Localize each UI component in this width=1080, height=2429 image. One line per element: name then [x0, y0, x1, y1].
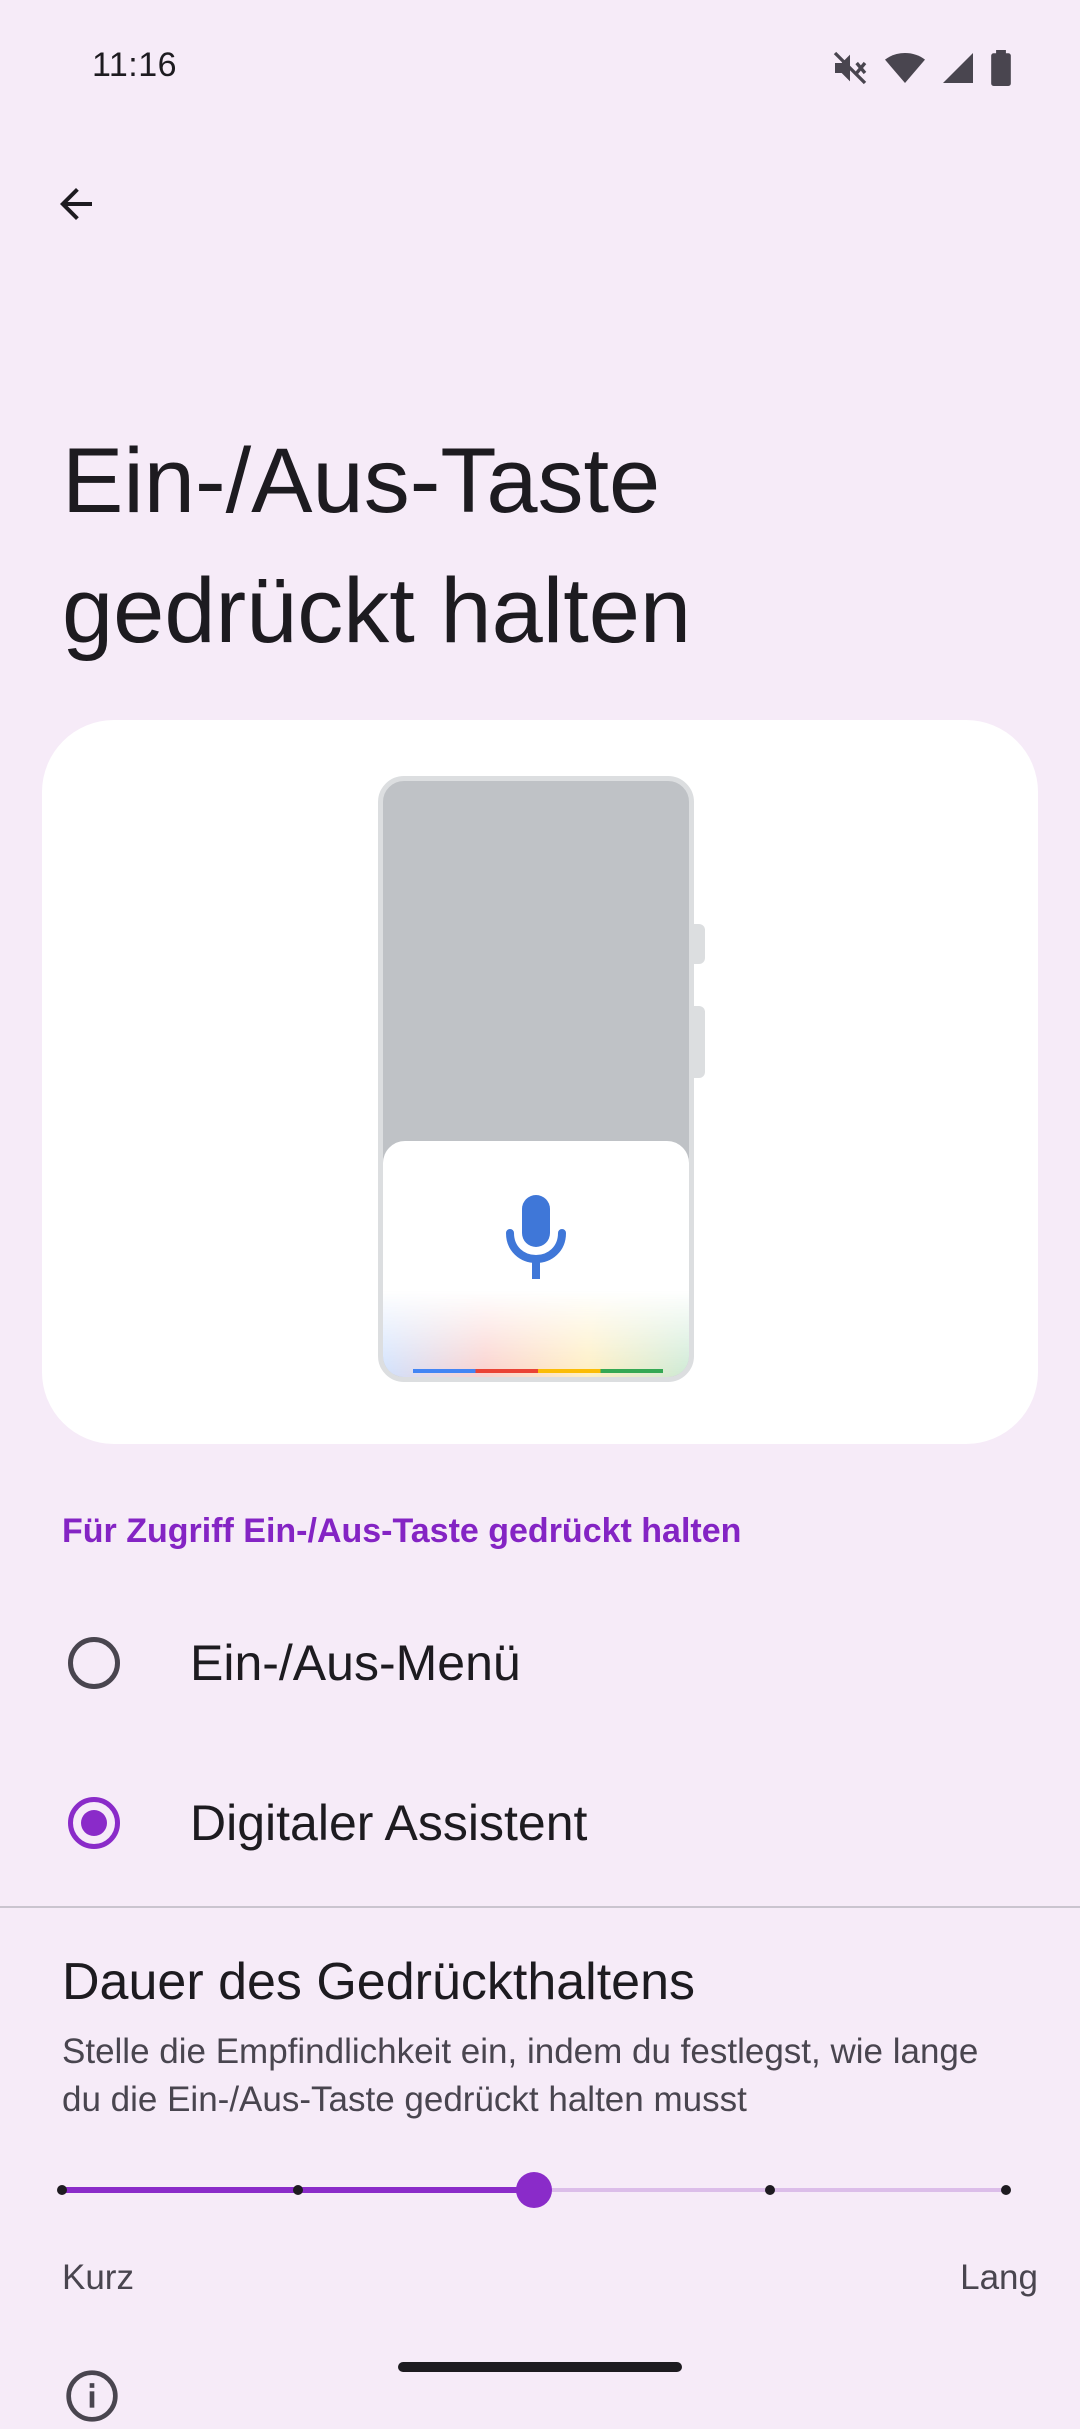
- signal-icon: [940, 50, 976, 86]
- back-button[interactable]: [40, 170, 112, 242]
- page-title-line-2: gedrückt halten: [62, 560, 692, 662]
- radio-label: Ein-/Aus-Menü: [190, 1635, 521, 1691]
- radio-option-digital-assistant[interactable]: Digitaler Assistent: [0, 1748, 1080, 1898]
- slider-max-label: Lang: [960, 2258, 1038, 2297]
- divider: [0, 1906, 1080, 1908]
- assistant-glow: [383, 1291, 689, 1377]
- info-icon: [64, 2368, 120, 2429]
- press-duration-slider[interactable]: [57, 2170, 1011, 2210]
- slider-thumb[interactable]: [516, 2172, 552, 2208]
- radio-option-power-menu[interactable]: Ein-/Aus-Menü: [0, 1588, 1080, 1738]
- mic-icon: [504, 1195, 568, 1284]
- radio-button-checked[interactable]: [68, 1797, 120, 1849]
- arrow-back-icon: [52, 180, 100, 233]
- battery-icon: [990, 50, 1012, 86]
- slider-tick: [765, 2185, 775, 2195]
- duration-summary: Stelle die Empfindlichkeit ein, indem du…: [62, 2032, 979, 2119]
- page-title: Ein-/Aus-Taste gedrückt halten: [62, 416, 1022, 676]
- status-bar: 11:16: [0, 0, 1080, 132]
- assistant-color-bar: [413, 1369, 663, 1373]
- duration-title: Dauer des Gedrückthaltens: [62, 1953, 696, 2011]
- phone-side-button-volume: [693, 1006, 705, 1078]
- assistant-sheet: [383, 1141, 689, 1377]
- slider-tick: [1001, 2185, 1011, 2195]
- section-header-access: Für Zugriff Ein-/Aus-Taste gedrückt halt…: [62, 1512, 742, 1550]
- radio-label: Digitaler Assistent: [190, 1795, 588, 1851]
- home-indicator[interactable]: [398, 2362, 682, 2372]
- illustration-card: [42, 720, 1038, 1444]
- phone-side-button-power: [693, 924, 705, 964]
- status-icons: [830, 48, 1012, 88]
- phone-illustration: [378, 776, 694, 1382]
- mute-icon: [830, 48, 870, 88]
- slider-min-label: Kurz: [62, 2258, 134, 2297]
- radio-button-unchecked[interactable]: [68, 1637, 120, 1689]
- page-title-line-1: Ein-/Aus-Taste: [62, 430, 661, 532]
- status-time: 11:16: [92, 46, 178, 84]
- slider-tick: [293, 2185, 303, 2195]
- wifi-icon: [884, 48, 926, 88]
- slider-tick: [57, 2185, 67, 2195]
